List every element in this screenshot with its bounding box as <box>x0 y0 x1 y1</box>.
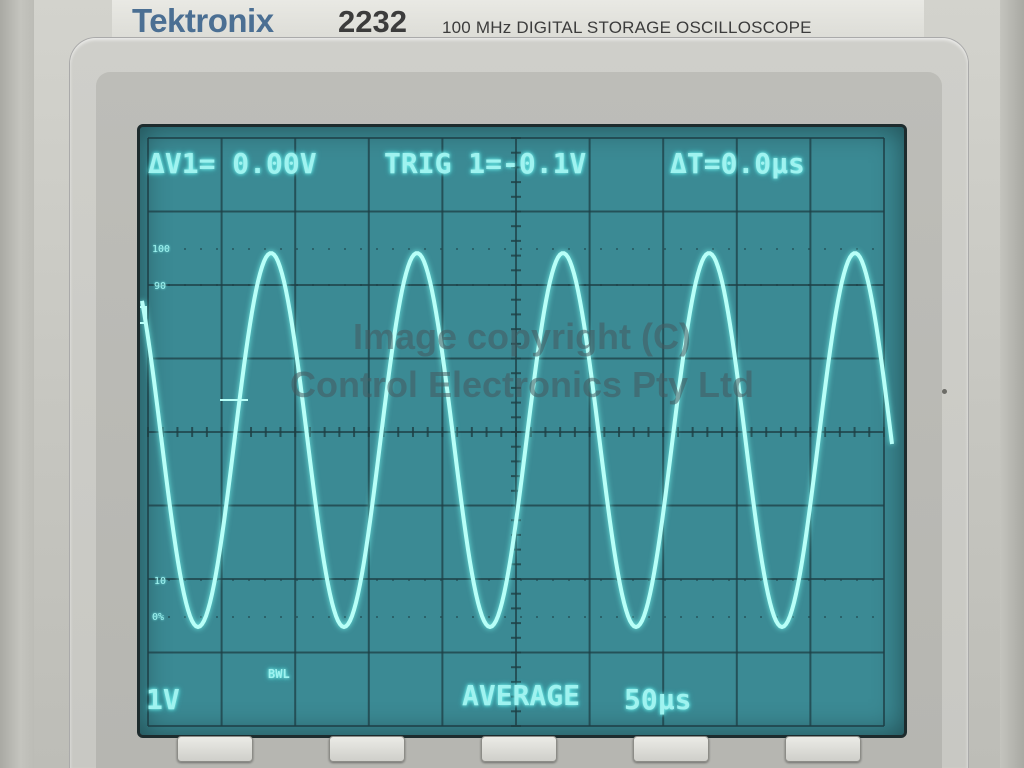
softkey-4[interactable] <box>633 736 709 762</box>
brand-logo: Tektronix <box>132 2 274 39</box>
percent-mark-90: 90 <box>154 281 167 292</box>
model-number: 2232 <box>338 4 407 39</box>
acquisition-mode-readout: AVERAGE <box>462 679 581 712</box>
percent-mark-10: 10 <box>154 576 167 587</box>
percent-mark-100: 100 <box>152 244 171 255</box>
chassis-right-edge <box>1000 0 1024 768</box>
nameplate: Tektronix 2232 100 MHz DIGITAL STORAGE O… <box>112 0 924 42</box>
volts-per-div-readout: 1V <box>146 683 180 716</box>
softkey-1[interactable] <box>177 736 253 762</box>
chassis-left-edge <box>0 0 34 768</box>
trigger-level-readout: TRIG 1=-0.1V <box>384 147 587 180</box>
softkey-5[interactable] <box>785 736 861 762</box>
percent-mark-0: 0% <box>152 612 165 623</box>
bezel-screw <box>942 389 947 394</box>
bandwidth-limit-indicator: BWL <box>268 667 290 681</box>
copyright-watermark: Image copyright (C) Control Electronics … <box>289 316 755 405</box>
softkey-3[interactable] <box>481 736 557 762</box>
delta-v-readout: ΔV1= 0.00V <box>148 147 317 180</box>
crt-display: Image copyright (C) Control Electronics … <box>137 124 907 738</box>
model-description: 100 MHz DIGITAL STORAGE OSCILLOSCOPE <box>442 18 812 37</box>
delta-t-readout: ΔT=0.0µs <box>670 147 805 180</box>
softkey-2[interactable] <box>329 736 405 762</box>
graticule <box>140 137 894 727</box>
time-per-div-readout: 50µs <box>624 683 692 716</box>
